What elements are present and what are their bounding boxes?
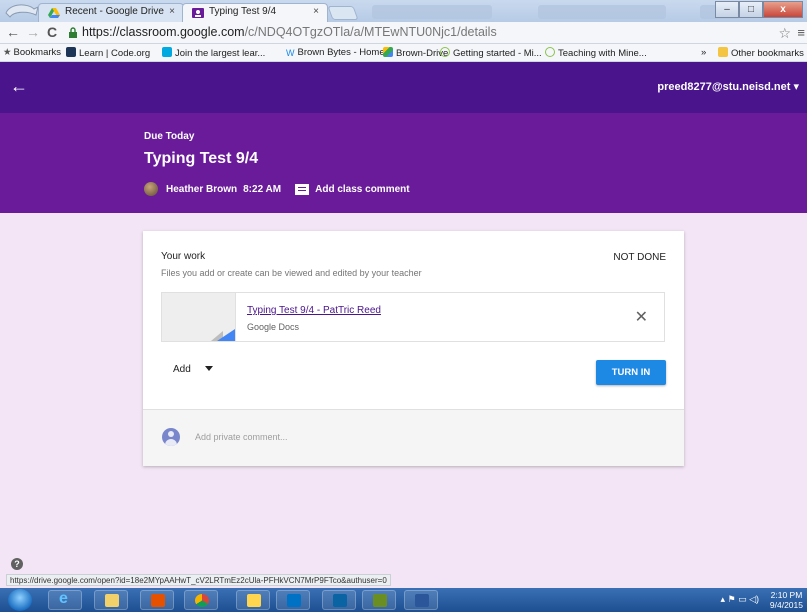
media-icon[interactable] [140,590,174,610]
tab-label: Recent - Google Drive [65,6,164,17]
bookmark-star-icon[interactable]: ☆ [778,25,791,42]
clock-date: 9/4/2015 [769,600,803,610]
minimize-button[interactable]: – [715,1,739,18]
page-icon [440,47,450,57]
attachment-item[interactable]: Typing Test 9/4 - PatTric Reed Google Do… [161,292,665,342]
private-comment-input[interactable]: Add private comment... [195,432,288,442]
chrome-icon[interactable] [184,590,218,610]
tab-close-icon[interactable]: × [169,6,175,17]
menu-icon[interactable]: ≡ [797,25,805,40]
wix-icon: W [286,48,295,58]
google-drive-icon [48,8,60,18]
browser-toolbar: ← → C https://classroom.google.com/c/NDQ… [0,22,807,44]
bookmark-teaching-minecraft[interactable]: Teaching with Mine... [545,47,647,59]
windows-taskbar: e ▴ ⚑ ▭ ◁) 2:10 PM 9/4/2015 [0,588,807,612]
url-host: https://classroom.google.com [82,25,245,39]
account-menu[interactable]: preed8277@stu.neisd.net ▾ [657,80,799,93]
posted-time: 8:22 AM [243,183,282,195]
code-org-icon [66,47,76,57]
app-grid-icon[interactable] [236,590,270,610]
attachment-type: Google Docs [247,322,300,332]
star-icon: ★ [3,47,12,58]
window-controls: – □ x [715,1,803,19]
assignment-title: Typing Test 9/4 [144,150,259,167]
blurred-window-title [372,5,492,19]
attachment-title-link[interactable]: Typing Test 9/4 - PatTric Reed [247,305,381,316]
page-icon [545,47,555,57]
turn-in-button[interactable]: TURN IN [596,360,666,385]
work-status: NOT DONE [613,252,666,263]
private-comment-section: Add private comment... [143,409,684,466]
forward-arrow-icon[interactable]: → [26,24,40,40]
tab-typing-test[interactable]: Typing Test 9/4 × [182,3,328,22]
system-tray[interactable]: ▴ ⚑ ▭ ◁) [720,594,759,605]
caret-down-icon [204,366,213,371]
address-bar[interactable]: https://classroom.google.com/c/NDQ4OTgzO… [68,24,780,42]
bookmark-brown-drive[interactable]: Brown-Drive [383,47,448,59]
your-work-heading: Your work [161,251,206,262]
start-button[interactable] [8,589,32,611]
maximize-button[interactable]: □ [739,1,763,18]
classroom-icon [192,8,204,18]
taskbar-clock[interactable]: 2:10 PM 9/4/2015 [770,590,803,610]
ie-icon[interactable]: e [48,590,82,610]
due-label: Due Today [144,131,195,142]
minecraft-icon[interactable] [362,590,396,610]
word-icon[interactable] [404,590,438,610]
url-path: /c/NDQ4OTgzOTla/a/MTEwNTU0Njc1/details [244,25,497,39]
your-work-subtext: Files you add or create can be viewed an… [161,268,422,278]
lock-icon [69,27,77,38]
tab-close-icon[interactable]: × [313,6,319,17]
remove-attachment-icon[interactable]: ✕ [635,307,648,327]
document-thumbnail[interactable] [162,293,236,341]
explorer-icon[interactable] [94,590,128,610]
blurred-window-title [538,5,666,19]
assignment-banner: Due Today Typing Test 9/4 Heather Brown … [0,113,807,213]
your-work-card: Your work Files you add or create can be… [143,231,684,466]
bookmark-brown-bytes[interactable]: W Brown Bytes - Home [286,47,385,58]
clock-time: 2:10 PM [770,590,803,600]
classroom-header: ← preed8277@stu.neisd.net ▾ [0,62,807,113]
bookmark-code-org[interactable]: Learn | Code.org [66,47,150,59]
drive-icon [383,47,393,57]
add-dropdown-button[interactable]: Add [173,364,213,375]
outlook-icon[interactable] [322,590,356,610]
bookmarks-bar: ★ Bookmarks Learn | Code.org Join the lar… [0,44,807,62]
lync-icon[interactable] [276,590,310,610]
bookmarks-overflow-button[interactable]: » [701,47,706,58]
back-arrow-icon[interactable]: ← [10,76,28,97]
new-tab-button[interactable] [327,6,359,20]
tab-label: Typing Test 9/4 [209,6,277,17]
tab-recent-google-drive[interactable]: Recent - Google Drive × [38,3,184,22]
browser-tab-strip: Recent - Google Drive × Typing Test 9/4 … [0,0,807,22]
docs-corner-icon [217,329,235,341]
bookmark-other[interactable]: Other bookmarks [718,47,804,59]
comment-icon[interactable] [295,183,310,195]
add-class-comment-link[interactable]: Add class comment [315,184,409,195]
teacher-name: Heather Brown [166,183,238,195]
bookmarks-menu[interactable]: ★ Bookmarks [3,47,61,58]
bookmark-getting-started[interactable]: Getting started - Mi... [440,47,542,59]
blue-square-icon [162,47,172,57]
close-window-button[interactable]: x [763,1,803,18]
bookmark-join-largest[interactable]: Join the largest lear... [162,47,265,59]
teacher-avatar [144,182,158,196]
user-avatar-icon [162,428,180,446]
reload-icon[interactable]: C [47,24,57,40]
help-icon[interactable]: ? [11,558,23,570]
assignment-meta: Heather Brown 8:22 AM Add class comment [144,181,410,197]
status-bar-url: https://drive.google.com/open?id=18e2MYp… [6,574,391,586]
back-arrow-icon[interactable]: ← [6,24,20,40]
folder-icon [718,47,728,57]
